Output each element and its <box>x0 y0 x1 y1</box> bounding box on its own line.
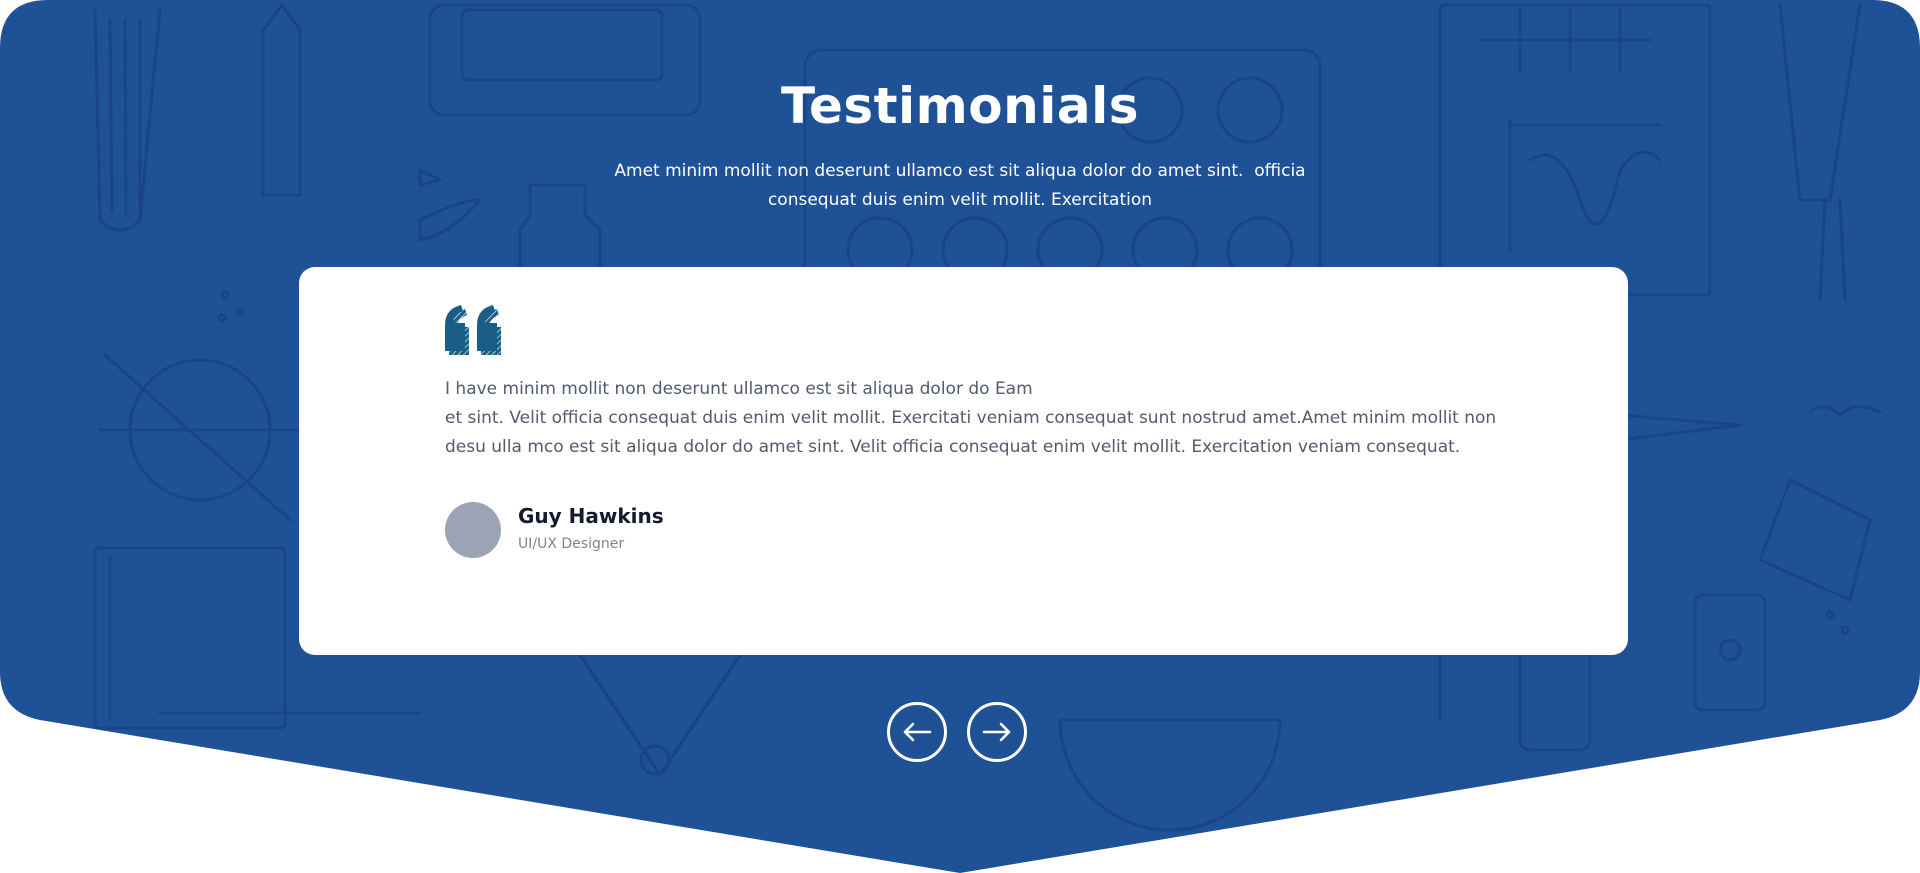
testimonial-text-line3: desu ulla mco est sit aliqua dolor do am… <box>445 437 1461 457</box>
testimonial-text-line1: I have minim mollit non deserunt ullamco… <box>445 379 1033 399</box>
next-testimonial-button[interactable] <box>967 702 1027 762</box>
testimonials-section: Testimonials Amet minim mollit non deser… <box>0 0 1920 873</box>
section-title: Testimonials <box>780 77 1139 135</box>
section-subtitle-line2: consequat duis enim velit mollit. Exerci… <box>767 190 1153 210</box>
section-subtitle-line1: Amet minim mollit non deserunt ullamco e… <box>614 161 1306 181</box>
author-name: Guy Hawkins <box>518 504 664 528</box>
author-role: UI/UX Designer <box>518 536 625 552</box>
double-quote-icon <box>445 305 501 355</box>
arrow-right-icon <box>982 722 1011 742</box>
arrow-left-icon <box>903 722 932 742</box>
section-subtitle: Amet minim mollit non deserunt ullamco e… <box>600 157 1320 215</box>
author-avatar <box>445 502 501 558</box>
previous-testimonial-button[interactable] <box>887 702 947 762</box>
testimonial-text: I have minim mollit non deserunt ullamco… <box>445 375 1497 462</box>
testimonial-text-line2: et sint. Velit officia consequat duis en… <box>445 408 1497 428</box>
testimonial-card: I have minim mollit non deserunt ullamco… <box>299 267 1628 655</box>
